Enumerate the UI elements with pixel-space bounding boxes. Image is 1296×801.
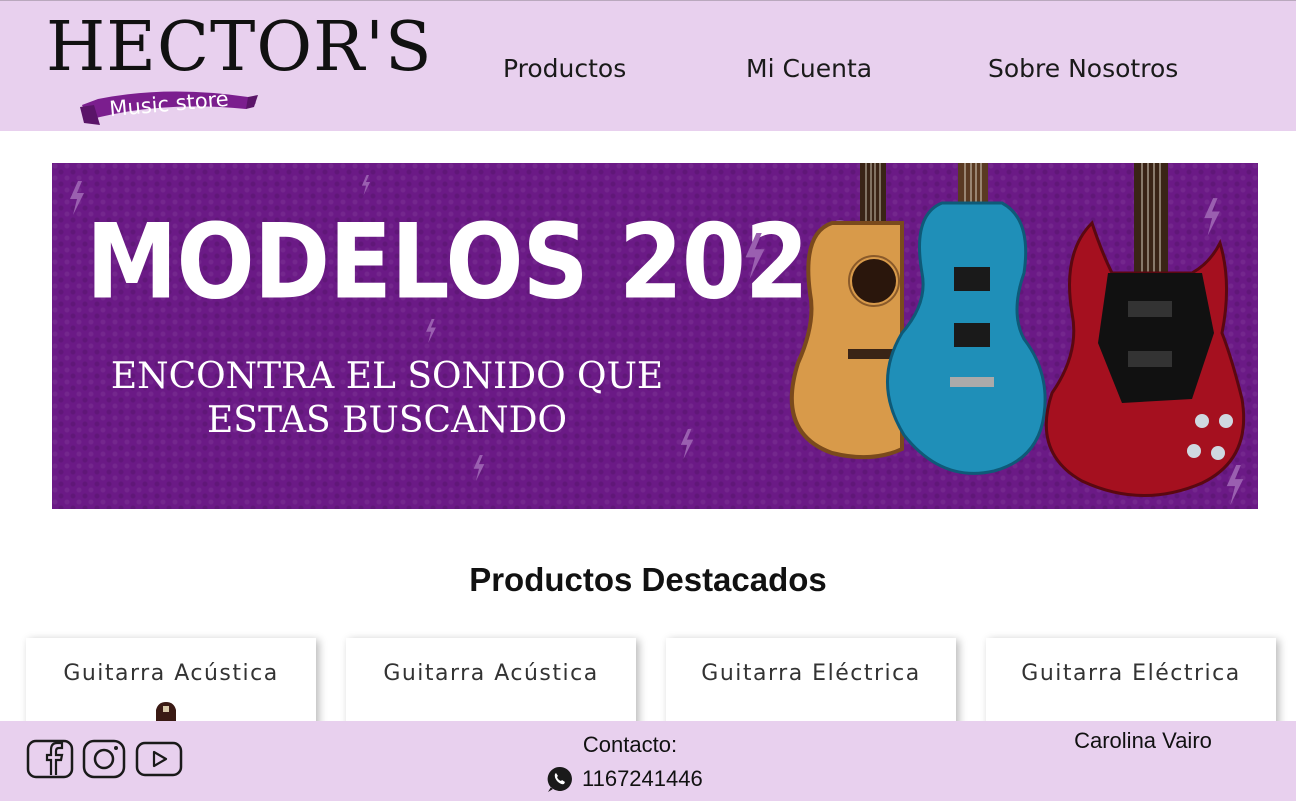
lightning-icon <box>70 181 84 215</box>
nav-productos[interactable]: Productos <box>503 51 626 87</box>
whatsapp-icon <box>547 766 572 792</box>
instagram-icon[interactable] <box>82 739 126 779</box>
lightning-icon <box>473 455 485 481</box>
guitars-image <box>789 163 1246 497</box>
author-name: Carolina Vairo <box>1074 728 1212 753</box>
lightning-icon <box>361 175 371 195</box>
youtube-icon[interactable] <box>135 741 183 777</box>
site-footer: Contacto: 1167241446 Carolina Vairo <box>0 721 1296 801</box>
banner-title: MODELOS 2020 <box>86 202 872 323</box>
product-card-title: Guitarra Acústica <box>63 661 279 686</box>
product-card-title: Guitarra Acústica <box>383 661 599 686</box>
nav-mi-cuenta[interactable]: Mi Cuenta <box>746 51 872 87</box>
brand-logo[interactable]: HECTOR'S Music store <box>44 5 433 129</box>
contact-label: Contacto: <box>582 732 678 757</box>
lightning-icon <box>426 319 436 343</box>
nav-sobre-nosotros[interactable]: Sobre Nosotros <box>988 51 1178 87</box>
site-header: HECTOR'S Music store Productos Mi Cuenta… <box>0 0 1296 131</box>
featured-title: Productos Destacados <box>469 561 827 598</box>
red-guitar-icon <box>1044 163 1246 497</box>
banner-subtitle: ENCONTRA EL SONIDO QUE ESTAS BUSCANDO <box>110 356 664 441</box>
facebook-icon[interactable] <box>26 739 74 779</box>
brand-name: HECTOR'S <box>46 8 433 87</box>
lightning-icon <box>680 429 694 459</box>
blue-guitar-icon <box>886 163 1047 475</box>
acoustic-guitar-icon <box>789 163 904 460</box>
product-card-title: Guitarra Eléctrica <box>701 661 921 686</box>
product-card-title: Guitarra Eléctrica <box>1021 661 1241 686</box>
contact-phone[interactable]: 1167241446 <box>582 765 703 793</box>
promo-banner[interactable]: MODELOS 2020 ENCONTRA EL SONIDO QUE ESTA… <box>52 163 1258 509</box>
